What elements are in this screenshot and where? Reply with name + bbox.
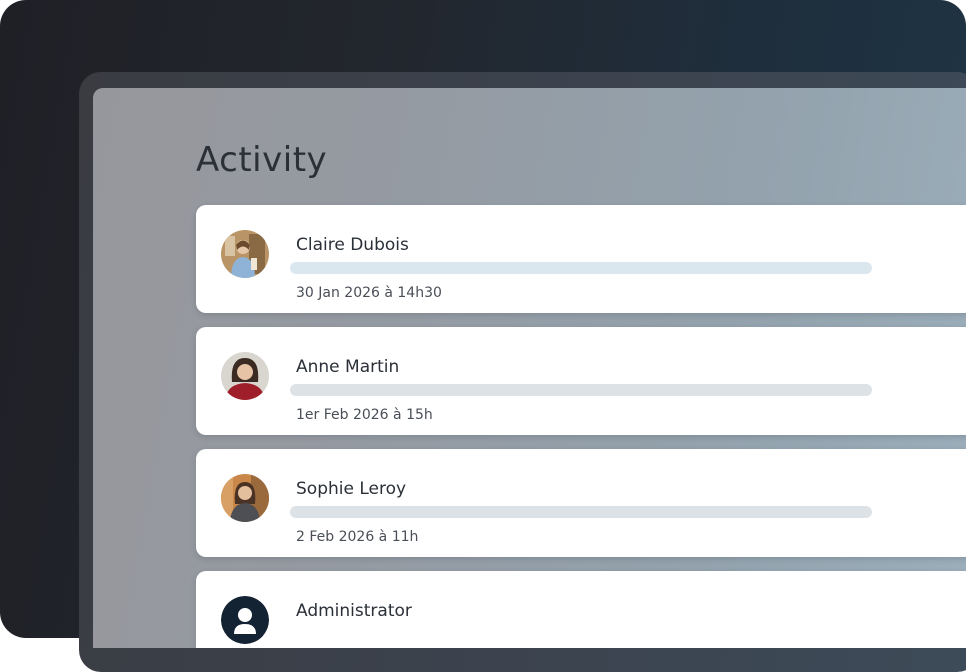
avatar (221, 596, 269, 644)
user-photo-icon (221, 474, 269, 522)
avatar (221, 352, 269, 400)
user-photo-icon (221, 352, 269, 400)
user-name: Sophie Leroy (296, 479, 407, 499)
avatar (221, 230, 269, 278)
activity-bar (290, 506, 872, 518)
activity-card-administrator[interactable]: Administrator (196, 571, 966, 648)
user-name: Anne Martin (296, 357, 400, 377)
activity-bar (290, 384, 872, 396)
user-name: Claire Dubois (296, 235, 409, 255)
timestamp: 2 Feb 2026 à 11h (296, 529, 419, 545)
timestamp: 30 Jan 2026 à 14h30 (296, 285, 442, 301)
user-name: Administrator (296, 601, 412, 621)
user-photo-icon (221, 230, 269, 278)
activity-card-claire-dubois[interactable]: Claire Dubois 30 Jan 2026 à 14h30 (196, 205, 966, 313)
user-silhouette-icon (221, 596, 269, 644)
app-screen: Activity Claire Dubois 30 Jan 2026 à 14h… (93, 88, 966, 648)
avatar (221, 474, 269, 522)
page-title: Activity (196, 140, 328, 180)
activity-card-sophie-leroy[interactable]: Sophie Leroy 2 Feb 2026 à 11h (196, 449, 966, 557)
timestamp: 1er Feb 2026 à 15h (296, 407, 433, 423)
activity-bar (290, 262, 872, 274)
activity-card-anne-martin[interactable]: Anne Martin 1er Feb 2026 à 15h (196, 327, 966, 435)
